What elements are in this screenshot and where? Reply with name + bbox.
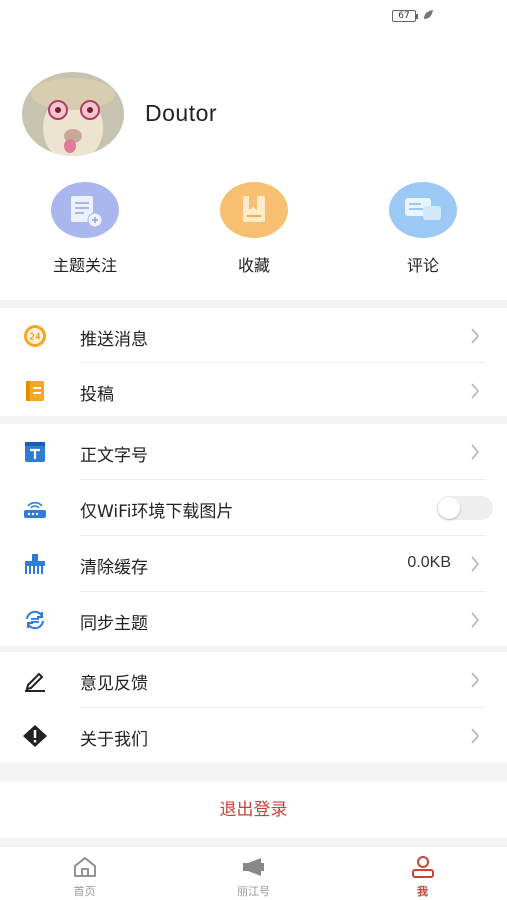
menu-item-clear-cache[interactable]: 清除缓存 0.0KB <box>0 536 507 592</box>
bottom-tab-bar: 首页 丽江号 我 <box>0 846 507 900</box>
badge-24-icon: 24 <box>24 325 46 347</box>
sync-icon <box>26 610 44 630</box>
chevron-right-icon <box>471 556 480 572</box>
battery-indicator: 67 <box>392 10 418 22</box>
toggle-knob <box>438 497 460 519</box>
tab-lijiang[interactable]: 丽江号 <box>169 847 338 900</box>
avatar[interactable] <box>22 72 124 156</box>
menu-item-submit[interactable]: 投稿 <box>0 363 507 419</box>
menu-item-label: 投稿 <box>80 385 114 405</box>
menu-section-about: 意见反馈 关于我们 <box>0 652 507 762</box>
cache-size-value: 0.0KB <box>407 554 451 571</box>
menu-item-label: 推送消息 <box>80 330 148 350</box>
tab-label: 我 <box>417 885 428 898</box>
wifi-router-icon <box>24 501 46 518</box>
menu-item-label: 正文字号 <box>80 446 148 466</box>
menu-item-label: 同步主题 <box>80 614 148 634</box>
menu-section-messages: 24 推送消息 投稿 <box>0 308 507 416</box>
menu-item-label: 仅WiFi环境下载图片 <box>80 502 234 522</box>
person-icon <box>412 856 434 878</box>
chevron-right-icon <box>471 444 480 460</box>
font-size-icon <box>25 442 45 462</box>
tab-label: 丽江号 <box>237 885 270 898</box>
broom-icon <box>25 554 45 574</box>
menu-item-about-us[interactable]: 关于我们 <box>0 708 507 764</box>
menu-item-push-messages[interactable]: 24 推送消息 <box>0 308 507 364</box>
bookmark-icon <box>220 182 288 238</box>
pencil-icon <box>25 672 45 692</box>
topic-follow-icon <box>51 182 119 238</box>
wifi-only-toggle[interactable] <box>437 496 493 520</box>
home-icon <box>74 857 96 877</box>
submit-doc-icon <box>26 381 44 401</box>
menu-item-sync-topics[interactable]: 同步主题 <box>0 592 507 648</box>
menu-item-wifi-only-images: 仅WiFi环境下载图片 <box>0 480 507 536</box>
comment-icon <box>389 182 457 238</box>
tab-label: 首页 <box>73 885 96 898</box>
leaf-icon <box>424 10 433 19</box>
chevron-right-icon <box>471 728 480 744</box>
quick-action-favorites[interactable]: 收藏 <box>194 182 314 276</box>
info-diamond-icon <box>23 725 47 747</box>
tab-home[interactable]: 首页 <box>0 847 169 900</box>
menu-section-settings: 正文字号 仅WiFi环境下载图片 清除缓存 0.0KB 同步主题 <box>0 424 507 646</box>
chevron-right-icon <box>471 612 480 628</box>
quick-action-topics[interactable]: 主题关注 <box>25 182 145 276</box>
chevron-right-icon <box>471 672 480 688</box>
tab-me[interactable]: 我 <box>338 847 507 900</box>
chevron-right-icon <box>471 383 480 399</box>
menu-item-font-size[interactable]: 正文字号 <box>0 424 507 480</box>
logout-button[interactable]: 退出登录 <box>0 782 507 838</box>
menu-item-label: 清除缓存 <box>80 558 148 578</box>
status-bar: 67 <box>0 0 507 36</box>
quick-action-label: 收藏 <box>237 256 270 275</box>
username[interactable]: Doutor <box>145 100 217 127</box>
menu-item-label: 意见反馈 <box>80 674 148 694</box>
menu-item-feedback[interactable]: 意见反馈 <box>0 652 507 708</box>
menu-item-label: 关于我们 <box>80 730 148 750</box>
megaphone-icon <box>243 858 264 876</box>
svg-text:24: 24 <box>29 333 41 343</box>
profile-header: Doutor 主题关注 收藏 评论 <box>0 36 507 300</box>
chevron-right-icon <box>471 328 480 344</box>
quick-action-label: 评论 <box>406 256 439 275</box>
quick-action-comments[interactable]: 评论 <box>363 182 483 276</box>
quick-action-label: 主题关注 <box>52 256 117 275</box>
